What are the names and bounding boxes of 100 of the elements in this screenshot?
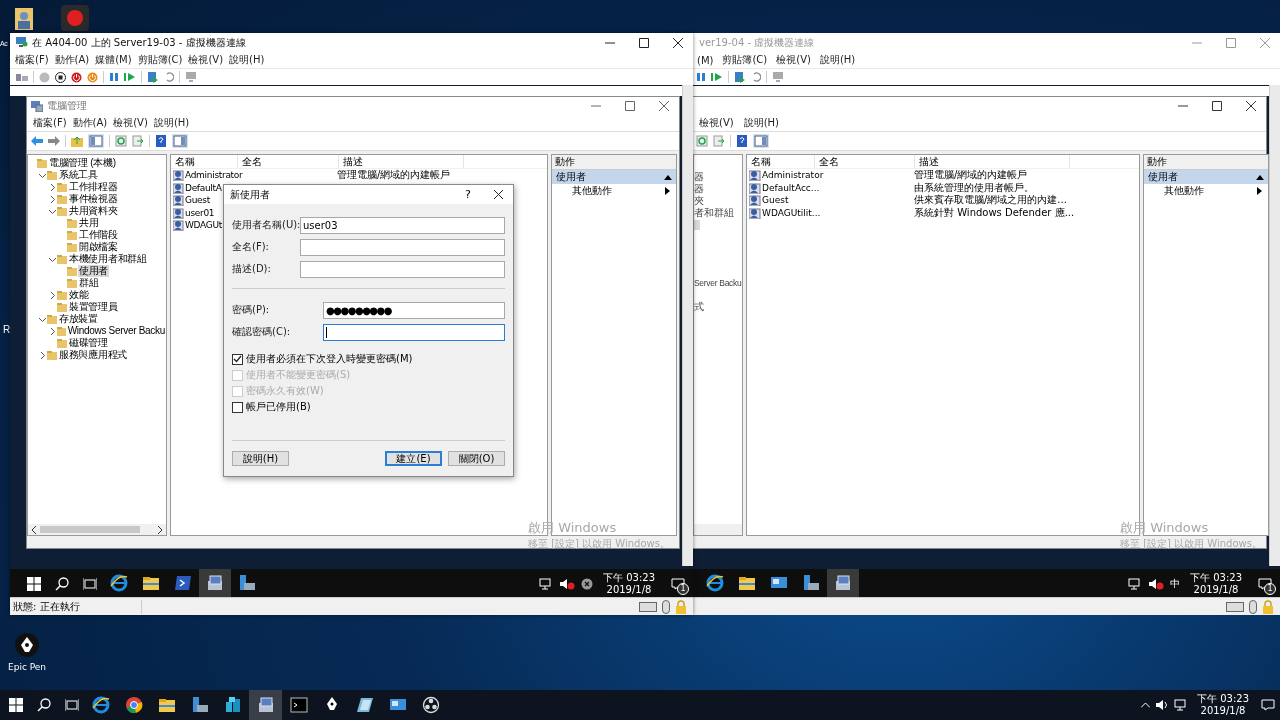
notification-icon[interactable] <box>1261 699 1275 711</box>
close-circle-icon[interactable] <box>581 578 593 590</box>
tree-item[interactable]: 事件檢視器 <box>68 193 119 205</box>
undo-icon[interactable] <box>164 72 174 82</box>
tree-item[interactable]: Server Backu <box>694 277 742 289</box>
tree-item[interactable]: 者和群組 <box>694 207 742 219</box>
collapse-icon[interactable] <box>1256 174 1264 180</box>
start-icon[interactable] <box>39 71 50 83</box>
checkpoint-icon[interactable] <box>734 71 746 83</box>
menu-item[interactable]: 動作(A) <box>54 53 90 67</box>
clock[interactable]: 下午 03:23 2019/1/8 <box>1190 572 1242 596</box>
pause-icon[interactable] <box>696 72 706 82</box>
menu-item[interactable]: 檢視(V) <box>188 53 224 67</box>
tree-item[interactable]: 服務與應用程式 <box>58 349 128 361</box>
pause-icon[interactable] <box>109 72 119 82</box>
undo-icon[interactable] <box>751 72 761 82</box>
shortcut-label[interactable]: Epic Pen <box>8 662 47 672</box>
scroll-left-icon[interactable] <box>31 525 37 534</box>
checkbox-label[interactable]: 使用者必須在下次登入時變更密碼(M) <box>246 352 413 366</box>
menu-item[interactable]: 檢視(V) <box>699 116 734 130</box>
input-field[interactable]: user03 <box>300 216 505 234</box>
power-icon[interactable] <box>71 71 82 83</box>
chevron-right-icon[interactable] <box>49 327 56 335</box>
pane-icon[interactable] <box>753 134 769 148</box>
start-icon[interactable] <box>27 577 41 591</box>
network-icon[interactable] <box>539 578 553 590</box>
chevron-down-icon[interactable] <box>39 171 46 179</box>
chevron-down-icon[interactable] <box>39 315 46 323</box>
column-header[interactable]: 全名 <box>815 155 915 168</box>
tree-item[interactable]: 夾 <box>694 195 742 207</box>
tree-item[interactable]: 群組 <box>78 277 100 289</box>
export-icon[interactable] <box>132 135 144 147</box>
clock[interactable]: 下午 03:23 2019/1/8 <box>1197 693 1249 717</box>
tree-item[interactable]: 式 <box>694 301 742 313</box>
table-cell[interactable]: DefaultAcc... <box>762 181 912 194</box>
keyboard-shortcut-icon[interactable] <box>16 72 28 82</box>
section-header[interactable]: 使用者 <box>1144 170 1268 184</box>
tree-item[interactable]: 本機使用者和群組 <box>68 253 148 265</box>
checkbox[interactable] <box>232 401 243 413</box>
column-header[interactable]: 全名 <box>238 155 339 168</box>
menu-item[interactable]: 剪貼簿(C) <box>137 53 183 67</box>
taskbar-button[interactable] <box>199 569 231 597</box>
start-icon[interactable] <box>9 698 23 712</box>
tree-item[interactable]: 裝置管理員 <box>68 301 119 313</box>
password-field[interactable]: ●●●●●●●●● <box>323 301 505 319</box>
menu-item[interactable]: (M) <box>697 54 714 66</box>
menu-item[interactable]: 媒體(M) <box>95 53 132 67</box>
menu-item[interactable]: 剪貼簿(C) <box>722 53 768 67</box>
user-folder-icon[interactable] <box>13 6 35 32</box>
pen-nib-icon[interactable] <box>14 632 41 658</box>
tree-item[interactable]: 工作排程器 <box>68 181 119 193</box>
network-icon[interactable] <box>1174 699 1188 711</box>
help-button[interactable]: ? <box>453 188 483 201</box>
muted-speaker-icon[interactable] <box>559 578 575 590</box>
taskbar-button[interactable] <box>827 569 859 597</box>
table-cell[interactable]: WDAGUtilit... <box>762 206 912 219</box>
search-icon[interactable] <box>55 577 69 591</box>
menu-item[interactable]: 檔案(F) <box>15 53 49 67</box>
export-icon[interactable] <box>713 135 725 147</box>
menu-item[interactable]: 檢視(V) <box>776 53 811 67</box>
tree-item[interactable]: 系統工具 <box>58 169 99 181</box>
tree-item[interactable]: 工作階段 <box>78 229 119 241</box>
taskbar-button[interactable] <box>249 690 282 720</box>
input-field[interactable] <box>300 238 505 256</box>
stop-icon[interactable] <box>55 71 66 83</box>
tree-item[interactable]: Windows Server Backu <box>66 325 166 337</box>
network-icon[interactable] <box>1128 578 1142 590</box>
tree-item[interactable]: 共用資料夾 <box>68 205 119 217</box>
section-header[interactable]: 使用者 <box>552 170 676 184</box>
menu-item[interactable]: 說明(H) <box>743 116 779 130</box>
muted-speaker-icon[interactable] <box>1148 578 1164 590</box>
table-cell[interactable]: Administrator <box>185 169 335 182</box>
record-icon[interactable] <box>60 4 90 32</box>
task-view-icon[interactable] <box>65 698 79 712</box>
refresh-icon[interactable] <box>696 135 708 147</box>
play-icon[interactable] <box>124 72 136 82</box>
dialog-button[interactable]: 建立(E) <box>385 451 442 466</box>
menu-item[interactable]: 動作(A) <box>72 116 108 130</box>
column-header[interactable]: 描述 <box>915 155 1070 168</box>
tree-item[interactable]: 使用者 <box>78 265 110 277</box>
action-item[interactable]: 其他動作 <box>552 184 676 198</box>
table-cell[interactable]: Administrator <box>762 169 912 182</box>
menu-item[interactable]: 說明(H) <box>153 116 190 130</box>
collapse-icon[interactable] <box>664 174 672 180</box>
scroll-right-icon[interactable] <box>157 525 163 534</box>
chevron-right-icon[interactable] <box>49 195 56 203</box>
dialog-button[interactable]: 說明(H) <box>232 451 289 466</box>
pane-icon[interactable] <box>88 134 104 148</box>
play-icon[interactable] <box>711 72 723 82</box>
power-icon[interactable] <box>87 71 98 83</box>
column-header[interactable]: 名稱 <box>747 155 815 168</box>
menu-item[interactable]: 檔案(F) <box>33 116 67 130</box>
help-icon[interactable] <box>155 134 167 148</box>
chevron-right-icon[interactable] <box>49 291 56 299</box>
menu-item[interactable]: 說明(H) <box>229 53 265 67</box>
back-arrow-icon[interactable] <box>31 136 43 146</box>
menu-item[interactable]: 檢視(V) <box>113 116 148 130</box>
tree-item[interactable]: 器 <box>694 183 742 195</box>
speaker-icon[interactable] <box>1155 699 1169 711</box>
tree-item[interactable]: 開啟檔案 <box>78 241 119 253</box>
